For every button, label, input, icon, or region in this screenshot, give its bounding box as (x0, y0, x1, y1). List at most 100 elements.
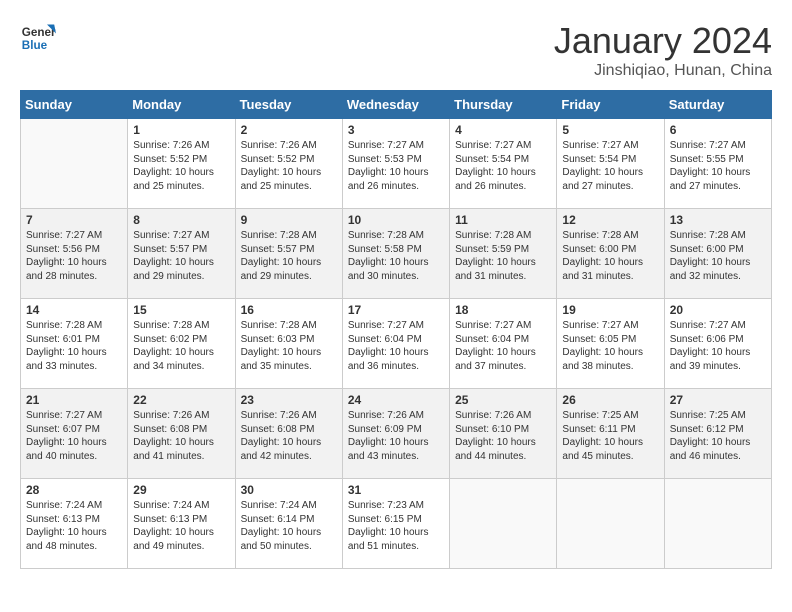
location-subtitle: Jinshiqiao, Hunan, China (554, 62, 772, 80)
cell-info: Sunrise: 7:28 AM Sunset: 6:00 PM Dayligh… (670, 229, 766, 283)
day-header-tuesday: Tuesday (235, 91, 342, 119)
logo: General Blue (20, 20, 56, 56)
cell-info: Sunrise: 7:24 AM Sunset: 6:14 PM Dayligh… (241, 499, 337, 553)
calendar-cell: 23 Sunrise: 7:26 AM Sunset: 6:08 PM Dayli… (235, 389, 342, 479)
cell-info: Sunrise: 7:24 AM Sunset: 6:13 PM Dayligh… (26, 499, 122, 553)
day-header-thursday: Thursday (450, 91, 557, 119)
calendar-cell: 5Sunrise: 7:27 AM Sunset: 5:54 PM Daylig… (557, 119, 664, 209)
date-number: 6 (670, 123, 766, 137)
cell-info: Sunrise: 7:27 AM Sunset: 6:05 PM Dayligh… (562, 319, 658, 373)
date-number: 19 (562, 303, 658, 317)
cell-info: Sunrise: 7:27 AM Sunset: 6:06 PM Dayligh… (670, 319, 766, 373)
calendar-cell: 15 Sunrise: 7:28 AM Sunset: 6:02 PM Dayli… (128, 299, 235, 389)
cell-info: Sunrise: 7:27 AM Sunset: 6:04 PM Dayligh… (455, 319, 551, 373)
calendar-cell: 1Sunrise: 7:26 AM Sunset: 5:52 PM Daylig… (128, 119, 235, 209)
cell-info: Sunrise: 7:28 AM Sunset: 5:57 PM Dayligh… (241, 229, 337, 283)
date-number: 3 (348, 123, 444, 137)
calendar-cell: 28Sunrise: 7:24 AM Sunset: 6:13 PM Dayli… (21, 479, 128, 569)
calendar-cell: 18 Sunrise: 7:27 AM Sunset: 6:04 PM Dayli… (450, 299, 557, 389)
date-number: 13 (670, 213, 766, 227)
calendar-cell: 19 Sunrise: 7:27 AM Sunset: 6:05 PM Dayli… (557, 299, 664, 389)
logo-icon: General Blue (20, 20, 56, 56)
date-number: 24 (348, 393, 444, 407)
calendar-cell (450, 479, 557, 569)
date-number: 27 (670, 393, 766, 407)
date-number: 7 (26, 213, 122, 227)
cell-info: Sunrise: 7:26 AM Sunset: 5:52 PM Dayligh… (241, 139, 337, 193)
date-number: 18 (455, 303, 551, 317)
day-header-sunday: Sunday (21, 91, 128, 119)
calendar-table: SundayMondayTuesdayWednesdayThursdayFrid… (20, 90, 772, 569)
cell-info: Sunrise: 7:28 AM Sunset: 6:02 PM Dayligh… (133, 319, 229, 373)
cell-info: Sunrise: 7:26 AM Sunset: 6:08 PM Dayligh… (133, 409, 229, 463)
calendar-cell: 2 Sunrise: 7:26 AM Sunset: 5:52 PM Daylig… (235, 119, 342, 209)
calendar-cell: 10 Sunrise: 7:28 AM Sunset: 5:58 PM Dayli… (342, 209, 449, 299)
calendar-cell: 25 Sunrise: 7:26 AM Sunset: 6:10 PM Dayli… (450, 389, 557, 479)
cell-info: Sunrise: 7:26 AM Sunset: 6:10 PM Dayligh… (455, 409, 551, 463)
calendar-cell: 31 Sunrise: 7:23 AM Sunset: 6:15 PM Dayli… (342, 479, 449, 569)
date-number: 21 (26, 393, 122, 407)
date-number: 29 (133, 483, 229, 497)
date-number: 5 (562, 123, 658, 137)
calendar-header-row: SundayMondayTuesdayWednesdayThursdayFrid… (21, 91, 772, 119)
calendar-cell (664, 479, 771, 569)
date-number: 15 (133, 303, 229, 317)
calendar-cell: 4 Sunrise: 7:27 AM Sunset: 5:54 PM Daylig… (450, 119, 557, 209)
calendar-cell: 14 Sunrise: 7:28 AM Sunset: 6:01 PM Dayli… (21, 299, 128, 389)
date-number: 10 (348, 213, 444, 227)
month-title: January 2024 (554, 20, 772, 62)
date-number: 4 (455, 123, 551, 137)
cell-info: Sunrise: 7:28 AM Sunset: 5:58 PM Dayligh… (348, 229, 444, 283)
day-header-friday: Friday (557, 91, 664, 119)
date-number: 26 (562, 393, 658, 407)
calendar-cell: 21 Sunrise: 7:27 AM Sunset: 6:07 PM Dayli… (21, 389, 128, 479)
date-number: 17 (348, 303, 444, 317)
calendar-cell: 27 Sunrise: 7:25 AM Sunset: 6:12 PM Dayli… (664, 389, 771, 479)
calendar-cell: 16Sunrise: 7:28 AM Sunset: 6:03 PM Dayli… (235, 299, 342, 389)
date-number: 2 (241, 123, 337, 137)
cell-info: Sunrise: 7:27 AM Sunset: 6:04 PM Dayligh… (348, 319, 444, 373)
calendar-cell: 6Sunrise: 7:27 AM Sunset: 5:55 PM Daylig… (664, 119, 771, 209)
cell-info: Sunrise: 7:27 AM Sunset: 6:07 PM Dayligh… (26, 409, 122, 463)
date-number: 31 (348, 483, 444, 497)
cell-info: Sunrise: 7:26 AM Sunset: 6:09 PM Dayligh… (348, 409, 444, 463)
date-number: 30 (241, 483, 337, 497)
calendar-week-row: 28Sunrise: 7:24 AM Sunset: 6:13 PM Dayli… (21, 479, 772, 569)
svg-text:Blue: Blue (22, 39, 48, 52)
cell-info: Sunrise: 7:24 AM Sunset: 6:13 PM Dayligh… (133, 499, 229, 553)
cell-info: Sunrise: 7:26 AM Sunset: 5:52 PM Dayligh… (133, 139, 229, 193)
date-number: 22 (133, 393, 229, 407)
cell-info: Sunrise: 7:25 AM Sunset: 6:11 PM Dayligh… (562, 409, 658, 463)
date-number: 25 (455, 393, 551, 407)
title-block: January 2024 Jinshiqiao, Hunan, China (554, 20, 772, 80)
cell-info: Sunrise: 7:23 AM Sunset: 6:15 PM Dayligh… (348, 499, 444, 553)
cell-info: Sunrise: 7:25 AM Sunset: 6:12 PM Dayligh… (670, 409, 766, 463)
date-number: 14 (26, 303, 122, 317)
calendar-week-row: 21 Sunrise: 7:27 AM Sunset: 6:07 PM Dayli… (21, 389, 772, 479)
date-number: 23 (241, 393, 337, 407)
cell-info: Sunrise: 7:28 AM Sunset: 6:01 PM Dayligh… (26, 319, 122, 373)
calendar-cell: 12Sunrise: 7:28 AM Sunset: 6:00 PM Dayli… (557, 209, 664, 299)
calendar-cell: 3 Sunrise: 7:27 AM Sunset: 5:53 PM Daylig… (342, 119, 449, 209)
date-number: 9 (241, 213, 337, 227)
date-number: 11 (455, 213, 551, 227)
calendar-cell: 11 Sunrise: 7:28 AM Sunset: 5:59 PM Dayli… (450, 209, 557, 299)
day-header-monday: Monday (128, 91, 235, 119)
calendar-cell: 13 Sunrise: 7:28 AM Sunset: 6:00 PM Dayli… (664, 209, 771, 299)
cell-info: Sunrise: 7:27 AM Sunset: 5:54 PM Dayligh… (455, 139, 551, 193)
calendar-body: 1Sunrise: 7:26 AM Sunset: 5:52 PM Daylig… (21, 119, 772, 569)
cell-info: Sunrise: 7:28 AM Sunset: 5:59 PM Dayligh… (455, 229, 551, 283)
page-header: General Blue January 2024 Jinshiqiao, Hu… (20, 20, 772, 80)
cell-info: Sunrise: 7:27 AM Sunset: 5:53 PM Dayligh… (348, 139, 444, 193)
calendar-cell: 9 Sunrise: 7:28 AM Sunset: 5:57 PM Daylig… (235, 209, 342, 299)
calendar-cell (557, 479, 664, 569)
cell-info: Sunrise: 7:26 AM Sunset: 6:08 PM Dayligh… (241, 409, 337, 463)
calendar-week-row: 14 Sunrise: 7:28 AM Sunset: 6:01 PM Dayli… (21, 299, 772, 389)
date-number: 20 (670, 303, 766, 317)
cell-info: Sunrise: 7:27 AM Sunset: 5:56 PM Dayligh… (26, 229, 122, 283)
date-number: 8 (133, 213, 229, 227)
calendar-cell: 30 Sunrise: 7:24 AM Sunset: 6:14 PM Dayli… (235, 479, 342, 569)
date-number: 16 (241, 303, 337, 317)
calendar-cell: 22 Sunrise: 7:26 AM Sunset: 6:08 PM Dayli… (128, 389, 235, 479)
calendar-cell: 8Sunrise: 7:27 AM Sunset: 5:57 PM Daylig… (128, 209, 235, 299)
